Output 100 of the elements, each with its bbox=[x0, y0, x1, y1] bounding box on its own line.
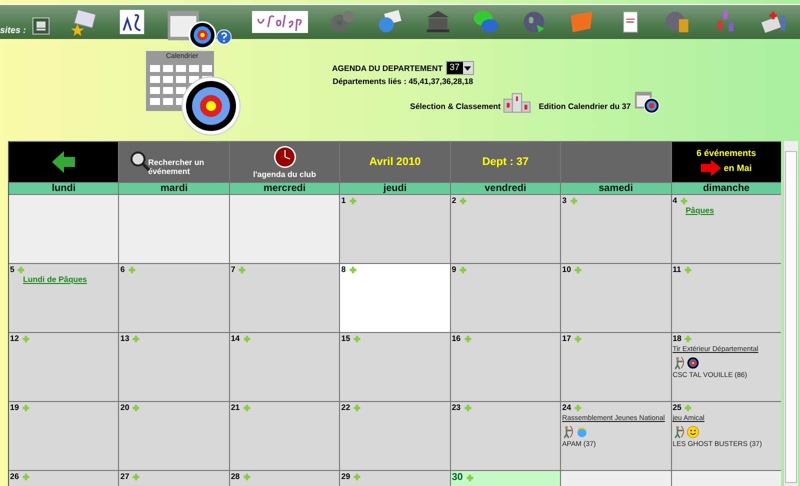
add-icon[interactable] bbox=[459, 196, 468, 204]
add-icon[interactable] bbox=[242, 334, 251, 342]
day-number: 15 bbox=[341, 334, 350, 343]
add-icon[interactable] bbox=[128, 266, 136, 274]
add-icon[interactable] bbox=[132, 404, 140, 412]
day-cell[interactable]: 14 bbox=[230, 333, 340, 401]
monitor-icon[interactable] bbox=[32, 17, 50, 35]
day-cell[interactable]: 27 bbox=[119, 471, 229, 486]
day-cell[interactable]: 13 bbox=[119, 333, 229, 401]
day-cell[interactable]: 20 bbox=[119, 402, 229, 470]
add-icon[interactable] bbox=[353, 472, 362, 480]
weekday-header: jeudi bbox=[340, 183, 450, 194]
weekday-header: lundi bbox=[9, 183, 118, 194]
day-number: 4 bbox=[672, 196, 678, 205]
day-number: 11 bbox=[672, 265, 682, 274]
scrollbar[interactable] bbox=[783, 141, 798, 486]
search-event-button[interactable]: Rechercher un événement bbox=[119, 142, 229, 182]
day-cell[interactable]: 10 bbox=[561, 264, 671, 332]
day-cell[interactable]: 5 Lundi de Pâques bbox=[9, 264, 118, 332]
add-icon[interactable] bbox=[574, 334, 582, 342]
add-icon[interactable] bbox=[132, 472, 140, 480]
add-icon[interactable] bbox=[464, 404, 472, 412]
day-number: 24 bbox=[562, 403, 572, 412]
day-cell[interactable]: 28 bbox=[230, 471, 340, 486]
day-cell[interactable]: 22 bbox=[340, 402, 450, 470]
add-icon[interactable] bbox=[684, 266, 692, 274]
add-icon[interactable] bbox=[22, 472, 30, 480]
add-icon[interactable] bbox=[353, 404, 362, 412]
add-icon[interactable] bbox=[574, 266, 582, 274]
day-cell[interactable]: 3 bbox=[561, 195, 671, 263]
day-cell[interactable]: 19 bbox=[9, 402, 118, 470]
add-icon[interactable] bbox=[570, 196, 578, 204]
day-cell[interactable]: 9 bbox=[450, 264, 560, 332]
weekday-header: mercredi bbox=[230, 183, 340, 194]
day-number: 19 bbox=[10, 403, 19, 412]
add-icon[interactable] bbox=[242, 404, 251, 412]
clock-icon bbox=[272, 145, 297, 169]
add-icon[interactable] bbox=[466, 474, 474, 482]
day-cell[interactable]: 23 bbox=[450, 402, 560, 470]
day-cell[interactable]: 12 bbox=[9, 333, 118, 401]
day-cell[interactable]: 4 Pâques bbox=[672, 195, 781, 263]
day-cell[interactable]: 29 bbox=[340, 471, 450, 486]
calendar-target-icon[interactable] bbox=[166, 9, 218, 49]
add-icon[interactable] bbox=[684, 334, 692, 342]
day-cell[interactable]: 30 bbox=[450, 471, 560, 486]
day-number: 17 bbox=[562, 334, 572, 343]
day-number: 8 bbox=[341, 265, 346, 274]
day-number: 20 bbox=[120, 403, 130, 412]
day-number: 10 bbox=[562, 265, 572, 274]
add-icon[interactable] bbox=[348, 266, 357, 274]
letters-icon[interactable] bbox=[118, 8, 146, 36]
day-cell[interactable] bbox=[119, 195, 229, 263]
add-icon[interactable] bbox=[22, 334, 30, 342]
day-cell[interactable]: 1 bbox=[340, 195, 450, 263]
add-icon[interactable] bbox=[132, 334, 140, 342]
logo-icon[interactable] bbox=[252, 11, 308, 33]
day-cell[interactable]: 15 bbox=[340, 333, 450, 401]
archer-icon bbox=[562, 425, 574, 439]
agenda-label: AGENDA DU DEPARTEMENT bbox=[332, 64, 443, 72]
day-number: 6 bbox=[120, 265, 125, 274]
day-cell[interactable]: 21 bbox=[230, 402, 340, 470]
calendar-target-icon[interactable] bbox=[632, 89, 661, 115]
selection-link[interactable]: Sélection & Classement bbox=[410, 102, 501, 111]
club-agenda-button[interactable]: l'agenda du club bbox=[230, 142, 340, 182]
help-icon[interactable] bbox=[216, 29, 232, 45]
add-icon[interactable] bbox=[684, 404, 692, 412]
sites-label: sites : bbox=[0, 25, 26, 35]
add-icon[interactable] bbox=[574, 404, 582, 412]
day-cell[interactable] bbox=[9, 195, 118, 263]
day-cell[interactable]: 2 bbox=[450, 195, 560, 263]
envelope-star-icon[interactable] bbox=[70, 8, 98, 36]
add-icon[interactable] bbox=[348, 196, 357, 204]
add-icon[interactable] bbox=[459, 266, 468, 274]
add-icon[interactable] bbox=[238, 266, 246, 274]
add-icon[interactable] bbox=[22, 404, 30, 412]
edition-link[interactable]: Edition Calendrier du 37 bbox=[538, 102, 631, 111]
day-number: 12 bbox=[10, 334, 19, 343]
add-icon[interactable] bbox=[680, 196, 688, 204]
linked-departments: Départements liés : 45,41,37,36,28,18 bbox=[332, 77, 474, 86]
day-cell[interactable]: 6 bbox=[119, 264, 229, 332]
day-cell[interactable]: 11 bbox=[672, 264, 781, 332]
day-number: 7 bbox=[230, 265, 236, 274]
add-icon[interactable] bbox=[242, 472, 251, 480]
arrow-right-icon bbox=[700, 160, 721, 176]
day-cell[interactable]: 7 bbox=[230, 264, 340, 332]
add-icon[interactable] bbox=[464, 334, 472, 342]
day-number: 9 bbox=[452, 265, 456, 274]
day-cell[interactable]: 16 bbox=[450, 333, 560, 401]
previous-month-button[interactable] bbox=[9, 142, 118, 182]
day-number: 16 bbox=[452, 334, 461, 343]
day-cell[interactable]: 17 bbox=[561, 333, 671, 401]
add-icon[interactable] bbox=[353, 334, 362, 342]
next-month-button[interactable]: 6 événements en Mai bbox=[672, 142, 781, 182]
department-select[interactable]: 37 bbox=[446, 61, 474, 75]
day-cell[interactable]: 8 bbox=[340, 264, 450, 332]
day-cell[interactable] bbox=[230, 195, 340, 263]
day-cell[interactable]: 26 bbox=[9, 471, 118, 486]
day-number: 23 bbox=[452, 403, 461, 412]
day-number: 13 bbox=[120, 334, 130, 343]
add-icon[interactable] bbox=[17, 266, 26, 274]
